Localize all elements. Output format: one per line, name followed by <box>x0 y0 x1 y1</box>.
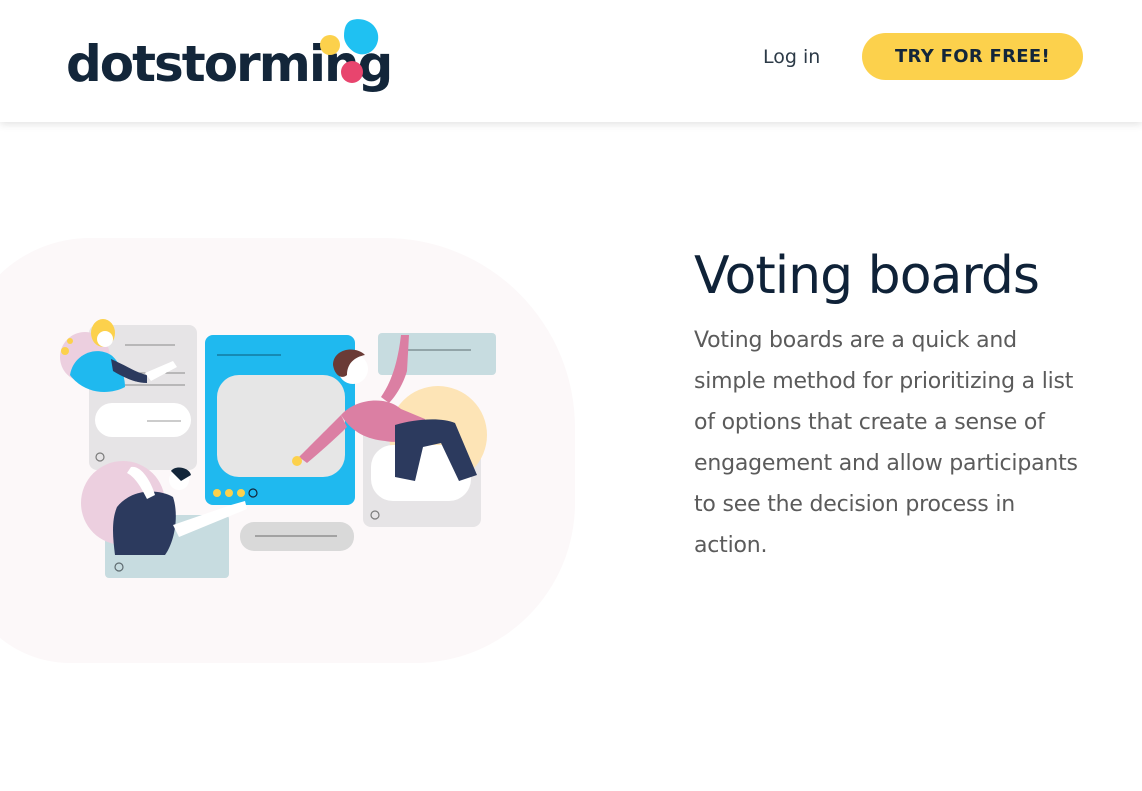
feature-title: Voting boards <box>694 246 1040 306</box>
site-header: dotstorming Log in TRY FOR FREE! <box>0 0 1142 122</box>
logo-dots-icon <box>320 19 379 83</box>
collaboration-illustration <box>60 319 496 578</box>
try-for-free-button[interactable]: TRY FOR FREE! <box>862 33 1083 80</box>
feature-description: Voting boards are a quick and simple met… <box>694 328 1078 558</box>
login-link[interactable]: Log in <box>763 45 820 69</box>
